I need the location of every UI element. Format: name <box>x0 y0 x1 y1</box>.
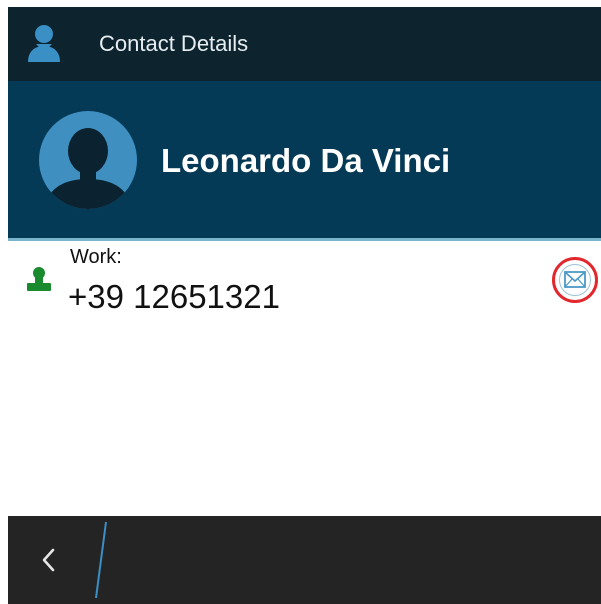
back-button[interactable] <box>8 516 88 604</box>
contact-icon <box>28 25 60 62</box>
avatar-silhouette-icon <box>39 111 137 209</box>
chevron-left-icon <box>42 548 55 572</box>
envelope-icon <box>564 271 586 288</box>
phone-type-label: Work: <box>70 246 122 268</box>
phone-list-item[interactable]: Work: +39 12651321 <box>8 241 601 319</box>
back-button-separator <box>95 521 107 599</box>
app-frame: Contact Details Leonardo Da Vinci Work: … <box>0 0 601 604</box>
page-title: Contact Details <box>99 31 249 56</box>
contact-header: Leonardo Da Vinci <box>8 81 601 238</box>
send-message-button[interactable] <box>552 257 598 303</box>
action-bar <box>8 516 601 604</box>
title-bar: Contact Details <box>8 7 601 81</box>
contact-details-screen: Contact Details Leonardo Da Vinci Work: … <box>8 7 601 604</box>
person-icon <box>27 267 51 291</box>
contact-name: Leonardo Da Vinci <box>161 142 451 179</box>
phone-number: +39 12651321 <box>68 278 280 315</box>
